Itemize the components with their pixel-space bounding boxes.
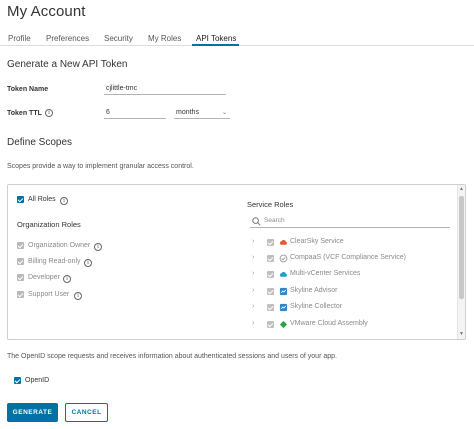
openid-checkbox[interactable] [14,377,21,384]
chevron-down-icon: ⌄ [221,110,227,116]
chevron-right-icon[interactable]: › [252,254,254,261]
generate-button[interactable]: GENERATE [7,403,58,422]
compliance-icon [279,254,288,263]
org-role-checkbox[interactable] [17,291,24,298]
org-role-label: Support User [28,291,70,298]
tab-preferences[interactable]: Preferences [46,34,89,43]
service-checkbox[interactable] [267,304,274,311]
search-icon [252,217,261,226]
tab-profile[interactable]: Profile [8,34,31,43]
ttl-unit-select[interactable]: months ⌄ [174,107,230,119]
tab-api-tokens[interactable]: API Tokens [196,34,236,43]
org-role-checkbox[interactable] [17,274,24,281]
chevron-right-icon[interactable]: › [252,303,254,310]
token-name-value: cjlittle-tmc [106,85,138,92]
org-role-checkbox[interactable] [17,258,24,265]
token-ttl-field[interactable]: 6 [104,107,166,119]
openid-label: OpenID [25,377,50,384]
info-icon[interactable]: i [45,109,53,117]
chevron-right-icon[interactable]: › [252,270,254,277]
service-label: Skyline Advisor [290,287,338,294]
info-icon[interactable]: i [94,243,102,251]
org-role-label: Billing Read-only [28,258,81,265]
org-roles-heading: Organization Roles [17,220,81,229]
all-roles-label: All Roles [28,196,56,203]
service-label: VMware Cloud Assembly [290,320,368,327]
all-roles-checkbox[interactable] [17,196,24,203]
org-role-checkbox[interactable] [17,242,24,249]
cloud-icon [279,240,288,245]
openid-description: The OpenID scope requests and receives i… [7,353,337,360]
service-checkbox[interactable] [267,239,274,246]
scopes-description: Scopes provide a way to implement granul… [7,163,194,170]
cancel-button[interactable]: CANCEL [65,403,108,422]
form-heading: Generate a New API Token [7,59,128,70]
scroll-thumb[interactable] [459,196,464,299]
tab-bar: Profile Preferences Security My Roles AP… [0,27,474,46]
service-row[interactable]: › Multi-vCenter Services [250,269,450,281]
scroll-up-icon[interactable]: ▲ [459,186,464,192]
service-label: Multi-vCenter Services [290,270,361,277]
token-ttl-value: 6 [106,109,110,116]
scrollbar[interactable]: ▲ ▼ [457,185,465,339]
scopes-heading: Define Scopes [7,137,73,148]
info-icon[interactable]: i [84,259,92,267]
service-row[interactable]: › Skyline Collector [250,302,450,314]
service-search-input[interactable]: Search [250,215,450,228]
service-row[interactable]: › CompaaS (VCF Compliance Service) [250,253,450,265]
service-row[interactable]: › VMware Cloud Assembly [250,319,450,331]
info-icon[interactable]: i [74,292,82,300]
service-roles-heading: Service Roles [247,200,294,209]
ttl-unit-value: months [176,109,199,116]
service-checkbox[interactable] [267,255,274,262]
service-row[interactable]: › ClearSky Service [250,237,450,249]
tab-security[interactable]: Security [104,34,133,43]
info-icon[interactable]: i [60,197,68,205]
service-label: CompaaS (VCF Compliance Service) [290,254,406,261]
tab-my-roles[interactable]: My Roles [148,34,181,43]
scroll-down-icon[interactable]: ▼ [459,331,464,337]
service-label: ClearSky Service [290,238,344,245]
service-row[interactable]: › Skyline Advisor [250,286,450,298]
active-tab-indicator [192,44,239,46]
chevron-right-icon[interactable]: › [252,287,254,294]
assembly-icon [279,320,288,329]
service-checkbox[interactable] [267,321,274,328]
skyline-icon [279,287,288,296]
cloud-icon [279,272,288,277]
token-name-label: Token Name [7,86,49,93]
chevron-right-icon[interactable]: › [252,238,254,245]
org-role-label: Developer [28,274,60,281]
org-role-label: Organization Owner [28,242,91,249]
token-name-field[interactable]: cjlittle-tmc [104,83,226,95]
search-placeholder: Search [264,217,285,224]
service-label: Skyline Collector [290,303,343,310]
service-checkbox[interactable] [267,271,274,278]
token-ttl-label: Token TTL [7,110,42,117]
skyline-icon [279,303,288,312]
chevron-right-icon[interactable]: › [252,320,254,327]
info-icon[interactable]: i [63,275,71,283]
service-checkbox[interactable] [267,288,274,295]
page-title: My Account [7,3,86,20]
